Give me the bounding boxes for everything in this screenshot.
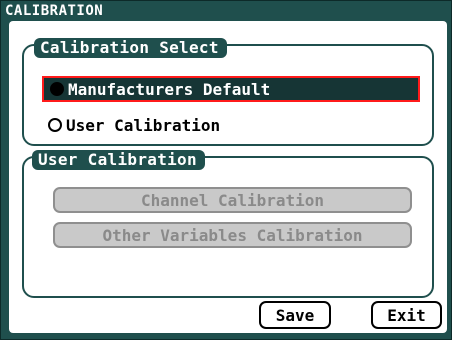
radio-unselected-icon (48, 118, 62, 132)
option-label: Manufacturers Default (68, 79, 271, 99)
window-title: CALIBRATION (5, 3, 104, 19)
radio-selected-icon (50, 82, 64, 96)
option-user-calibration[interactable]: User Calibration (42, 112, 432, 138)
channel-calibration-button[interactable]: Channel Calibration (53, 187, 412, 213)
exit-button[interactable]: Exit (371, 301, 442, 329)
other-variables-calibration-button[interactable]: Other Variables Calibration (53, 222, 412, 248)
option-manufacturers-default[interactable]: Manufacturers Default (42, 76, 420, 102)
user-calibration-legend: User Calibration (32, 150, 205, 170)
option-label: User Calibration (66, 115, 221, 135)
calibration-select-legend: Calibration Select (34, 38, 227, 58)
save-button[interactable]: Save (259, 301, 331, 329)
